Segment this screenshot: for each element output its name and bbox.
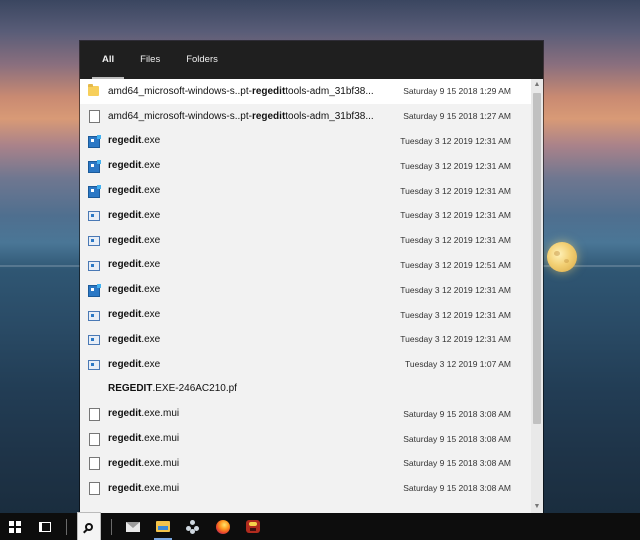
result-name: amd64_microsoft-windows-s..pt-regedittoo… <box>108 85 374 97</box>
file-icon <box>88 407 100 421</box>
result-name: regedit.exe <box>108 135 161 147</box>
folder-icon <box>156 521 170 532</box>
regedit-window-icon <box>88 332 100 346</box>
result-row[interactable]: regedit.exe Tuesday 3 12 2019 12:51 AM <box>80 253 531 278</box>
task-view-button[interactable] <box>30 513 60 540</box>
game-app-button[interactable] <box>238 513 268 540</box>
game-icon <box>246 520 260 533</box>
result-name: regedit.exe.mui <box>108 482 180 494</box>
result-row[interactable]: regedit.exe Tuesday 3 12 2019 12:31 AM <box>80 327 531 352</box>
result-row[interactable]: regedit.exe Tuesday 3 12 2019 1:07 AM <box>80 352 531 377</box>
search-tab-bar: All Files Folders <box>80 41 543 79</box>
moon-image <box>547 242 577 272</box>
result-date: Tuesday 3 12 2019 12:31 AM <box>400 235 511 246</box>
result-row[interactable]: amd64_microsoft-windows-s..pt-regedittoo… <box>80 79 531 104</box>
result-name: regedit.exe <box>108 185 161 197</box>
result-date: Tuesday 3 12 2019 12:31 AM <box>400 309 511 320</box>
regedit-window-icon <box>88 308 100 322</box>
search-results-panel: All Files Folders amd64_microsoft-window… <box>80 41 543 513</box>
blank-icon <box>88 382 100 396</box>
result-date: Saturday 9 15 2018 1:29 AM <box>403 86 511 97</box>
result-date: Tuesday 3 12 2019 12:31 AM <box>400 135 511 146</box>
result-row[interactable]: regedit.exe Tuesday 3 12 2019 12:31 AM <box>80 203 531 228</box>
taskbar-separator <box>66 518 67 535</box>
tab-files[interactable]: Files <box>140 41 160 79</box>
scroll-thumb[interactable] <box>533 93 541 424</box>
result-row[interactable]: REGEDIT.EXE-246AC210.pf <box>80 377 531 402</box>
result-name: regedit.exe.mui <box>108 457 180 469</box>
result-date: Tuesday 3 12 2019 12:51 AM <box>400 259 511 270</box>
start-button[interactable] <box>0 513 30 540</box>
regedit-window-icon <box>88 208 100 222</box>
regedit-window-icon <box>88 233 100 247</box>
result-row[interactable]: regedit.exe.mui Saturday 9 15 2018 3:08 A… <box>80 451 531 476</box>
result-date: Saturday 9 15 2018 3:08 AM <box>403 483 511 494</box>
tab-folders[interactable]: Folders <box>186 41 218 79</box>
result-date: Tuesday 3 12 2019 12:31 AM <box>400 210 511 221</box>
regedit-window-icon <box>88 258 100 272</box>
result-name: regedit.exe <box>108 284 161 296</box>
firefox-button[interactable] <box>208 513 238 540</box>
result-date: Tuesday 3 12 2019 1:07 AM <box>404 359 511 370</box>
taskbar-separator <box>111 518 112 535</box>
result-name: amd64_microsoft-windows-s..pt-regedittoo… <box>108 110 374 122</box>
result-name: regedit.exe <box>108 333 161 345</box>
regedit-app-icon <box>88 283 101 297</box>
result-name: regedit.exe <box>108 259 161 271</box>
result-name: regedit.exe <box>108 358 161 370</box>
network-app-button[interactable] <box>178 513 208 540</box>
result-row[interactable]: regedit.exe.mui Saturday 9 15 2018 3:08 A… <box>80 476 531 501</box>
search-icon <box>85 522 93 531</box>
results-scrollbar[interactable]: ▲ ▼ <box>531 79 543 513</box>
scroll-up-arrow-icon[interactable]: ▲ <box>531 79 543 91</box>
regedit-app-icon <box>88 159 101 173</box>
search-button[interactable] <box>77 512 101 540</box>
result-date: Tuesday 3 12 2019 12:31 AM <box>400 284 511 295</box>
regedit-app-icon <box>88 134 101 148</box>
result-date: Tuesday 3 12 2019 12:31 AM <box>400 160 511 171</box>
search-results-list: amd64_microsoft-windows-s..pt-regedittoo… <box>80 79 531 513</box>
file-icon <box>88 481 100 496</box>
regedit-app-icon <box>88 184 101 198</box>
result-name: regedit.exe <box>108 209 161 221</box>
result-date: Tuesday 3 12 2019 12:31 AM <box>400 185 511 196</box>
tab-all[interactable]: All <box>91 41 125 79</box>
result-date: Saturday 9 15 2018 3:08 AM <box>403 458 511 469</box>
folder-icon <box>88 84 100 98</box>
file-icon <box>88 456 100 471</box>
result-name: regedit.exe.mui <box>108 408 180 420</box>
result-date: Tuesday 3 12 2019 12:31 AM <box>400 334 511 345</box>
result-row[interactable]: amd64_microsoft-windows-s..pt-regedittoo… <box>80 104 531 129</box>
result-row[interactable]: regedit.exe.mui Saturday 9 15 2018 3:08 A… <box>80 426 531 451</box>
mail-button[interactable] <box>118 513 148 540</box>
result-date: Saturday 9 15 2018 1:27 AM <box>403 111 511 122</box>
result-name: REGEDIT.EXE-246AC210.pf <box>108 383 237 395</box>
result-row[interactable]: regedit.exe Tuesday 3 12 2019 12:31 AM <box>80 129 531 154</box>
result-name: regedit.exe <box>108 160 161 172</box>
result-row[interactable]: regedit.exe Tuesday 3 12 2019 12:31 AM <box>80 277 531 302</box>
taskbar <box>0 512 640 540</box>
mail-icon <box>126 521 140 532</box>
scroll-down-arrow-icon[interactable]: ▼ <box>531 501 543 513</box>
file-icon <box>88 432 100 446</box>
regedit-window-icon <box>88 357 100 371</box>
file-icon <box>88 109 100 124</box>
task-view-icon <box>39 521 51 532</box>
result-name: regedit.exe.mui <box>108 433 180 445</box>
firefox-icon <box>216 519 230 534</box>
file-explorer-button[interactable] <box>148 513 178 540</box>
result-row[interactable]: regedit.exe.mui Saturday 9 15 2018 3:08 A… <box>80 401 531 426</box>
result-row[interactable]: regedit.exe Tuesday 3 12 2019 12:31 AM <box>80 228 531 253</box>
result-name: regedit.exe <box>108 234 161 246</box>
result-row[interactable]: regedit.exe Tuesday 3 12 2019 12:31 AM <box>80 153 531 178</box>
result-row[interactable]: regedit.exe Tuesday 3 12 2019 12:31 AM <box>80 302 531 327</box>
result-date: Saturday 9 15 2018 3:08 AM <box>403 408 511 419</box>
result-date: Saturday 9 15 2018 3:08 AM <box>403 433 511 444</box>
windows-logo-icon <box>9 520 21 533</box>
network-icon <box>186 519 200 534</box>
result-row[interactable]: regedit.exe Tuesday 3 12 2019 12:31 AM <box>80 178 531 203</box>
result-name: regedit.exe <box>108 309 161 321</box>
